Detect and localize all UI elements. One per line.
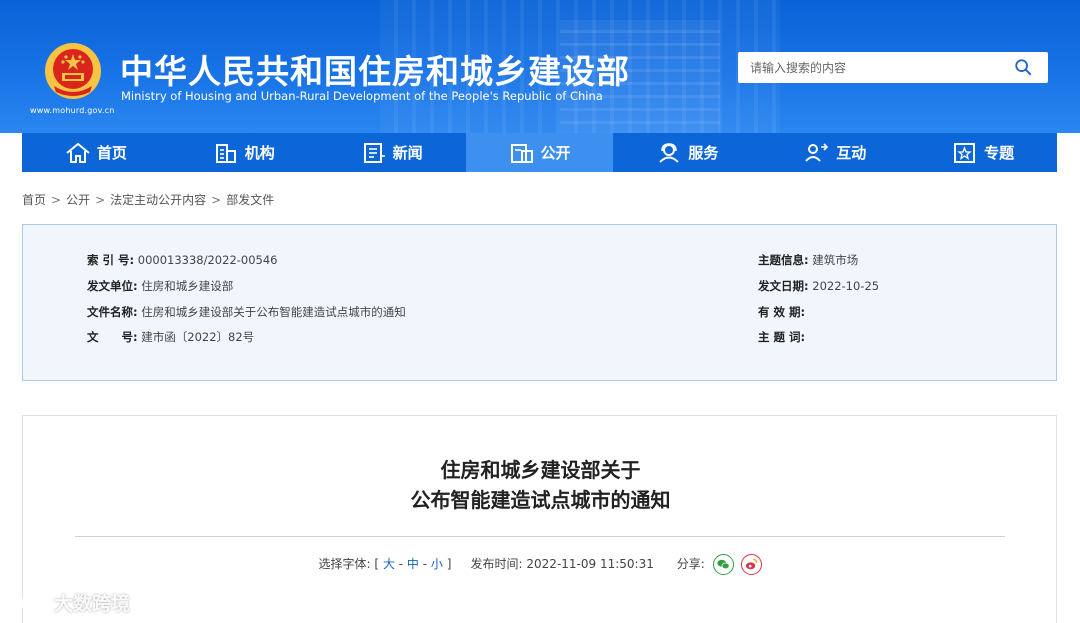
- article-info-bar: 选择字体: [ 大 - 中 - 小 ] 发布时间: 2022-11-09 11:…: [23, 554, 1058, 575]
- article-title-line1: 住房和城乡建设部关于: [440, 458, 641, 482]
- meta-topic-label: 主题信息:: [758, 253, 809, 267]
- breadcrumb-public[interactable]: 公开: [66, 193, 90, 207]
- breadcrumb-separator: >: [51, 193, 62, 207]
- font-size-label: 选择字体:: [318, 557, 371, 571]
- site-header: www.mohurd.gov.cn 中华人民共和国住房和城乡建设部 Minist…: [0, 0, 1080, 133]
- breadcrumb-statutory[interactable]: 法定主动公开内容: [110, 193, 206, 207]
- document-icon: [510, 143, 533, 163]
- meta-date-label: 发文日期:: [758, 279, 809, 293]
- nav-item-service[interactable]: 服务: [613, 133, 761, 172]
- nav-item-home[interactable]: 首页: [22, 133, 170, 172]
- nav-item-public[interactable]: 公开: [465, 133, 614, 172]
- font-size-large-link[interactable]: 大: [383, 557, 395, 571]
- site-url: www.mohurd.gov.cn: [30, 106, 115, 115]
- weibo-share-icon[interactable]: [741, 554, 763, 575]
- meta-valid: 有 效 期:: [758, 304, 805, 320]
- nav-label-organization: 机构: [244, 144, 275, 162]
- title-divider: [75, 536, 1005, 537]
- publish-time: 2022-11-09 11:50:31: [526, 557, 654, 571]
- share-label: 分享:: [676, 557, 705, 571]
- search-box: [738, 52, 1048, 83]
- breadcrumb-home[interactable]: 首页: [22, 193, 46, 207]
- meta-docno-label: 文 号:: [87, 330, 138, 344]
- topic-icon: [954, 142, 976, 163]
- meta-valid-label: 有 效 期:: [758, 305, 806, 319]
- publish-label: 发布时间:: [470, 557, 523, 571]
- watermark: 大数跨境: [8, 589, 130, 616]
- meta-issuer-label: 发文单位:: [87, 279, 138, 293]
- national-emblem-icon[interactable]: [44, 42, 102, 100]
- meta-issuer: 发文单位: 住房和城乡建设部: [87, 278, 233, 294]
- meta-docname: 文件名称: 住房和城乡建设部关于公布智能建造试点城市的通知: [87, 304, 406, 320]
- building-icon: [215, 143, 236, 163]
- breadcrumb-ministry-documents[interactable]: 部发文件: [226, 193, 274, 207]
- nav-item-news[interactable]: 新闻: [318, 133, 466, 172]
- main-nav: 首页 机构 新闻 公开 服务 互动 专题: [22, 133, 1057, 172]
- wechat-share-icon[interactable]: [712, 554, 734, 575]
- search-input[interactable]: [750, 58, 1000, 77]
- meta-docname-value: 住房和城乡建设部关于公布智能建造试点城市的通知: [141, 305, 406, 319]
- breadcrumb-separator: >: [95, 193, 106, 207]
- meta-topic: 主题信息: 建筑市场: [758, 252, 858, 268]
- watermark-logo-icon: [9, 593, 47, 610]
- service-icon: [659, 142, 680, 163]
- nav-item-interaction[interactable]: 互动: [761, 133, 909, 172]
- meta-index: 索 引 号: 000013338/2022-00546: [87, 252, 278, 268]
- meta-topic-value: 建筑市场: [812, 253, 859, 267]
- meta-keywords: 主 题 词:: [758, 329, 805, 345]
- interaction-icon: [805, 142, 829, 162]
- article-title-line2: 公布智能建造试点城市的通知: [410, 488, 671, 512]
- nav-label-news: 新闻: [392, 144, 423, 162]
- font-bracket-open: [: [374, 557, 380, 571]
- nav-item-topic[interactable]: 专题: [909, 133, 1057, 172]
- nav-item-organization[interactable]: 机构: [170, 133, 318, 172]
- nav-label-home: 首页: [96, 144, 127, 162]
- meta-issuer-value: 住房和城乡建设部: [141, 279, 234, 293]
- nav-label-topic: 专题: [984, 144, 1015, 162]
- font-size-selector: 选择字体: [ 大 - 中 - 小 ]: [318, 557, 452, 571]
- nav-label-service: 服务: [688, 144, 719, 162]
- meta-docno-value: 建市函〔2022〕82号: [141, 330, 255, 344]
- document-meta-box: 索 引 号: 000013338/2022-00546 发文单位: 住房和城乡建…: [22, 224, 1057, 381]
- news-icon: [363, 142, 385, 163]
- meta-index-label: 索 引 号:: [87, 253, 135, 267]
- meta-docno: 文 号: 建市函〔2022〕82号: [87, 329, 254, 345]
- nav-label-public: 公开: [540, 144, 571, 162]
- meta-keywords-label: 主 题 词:: [758, 330, 806, 344]
- font-bracket-close: ]: [446, 557, 452, 571]
- breadcrumb-separator: >: [211, 193, 222, 207]
- site-title-cn[interactable]: 中华人民共和国住房和城乡建设部: [120, 45, 630, 93]
- watermark-text: 大数跨境: [54, 593, 131, 615]
- meta-date-value: 2022-10-25: [812, 279, 880, 293]
- meta-index-value: 000013338/2022-00546: [137, 253, 278, 267]
- meta-docname-label: 文件名称:: [87, 305, 138, 319]
- article-panel: 住房和城乡建设部关于 公布智能建造试点城市的通知 选择字体: [ 大 - 中 -…: [22, 415, 1057, 623]
- font-size-small-link[interactable]: 小: [431, 557, 443, 571]
- site-title-en: Ministry of Housing and Urban-Rural Deve…: [121, 89, 603, 103]
- home-icon: [66, 142, 90, 163]
- meta-date: 发文日期: 2022-10-25: [758, 278, 879, 294]
- font-size-medium-link[interactable]: 中: [407, 557, 419, 571]
- breadcrumb: 首页 > 公开 > 法定主动公开内容 > 部发文件: [22, 191, 274, 208]
- nav-label-interaction: 互动: [836, 144, 867, 162]
- search-icon[interactable]: [1014, 58, 1032, 76]
